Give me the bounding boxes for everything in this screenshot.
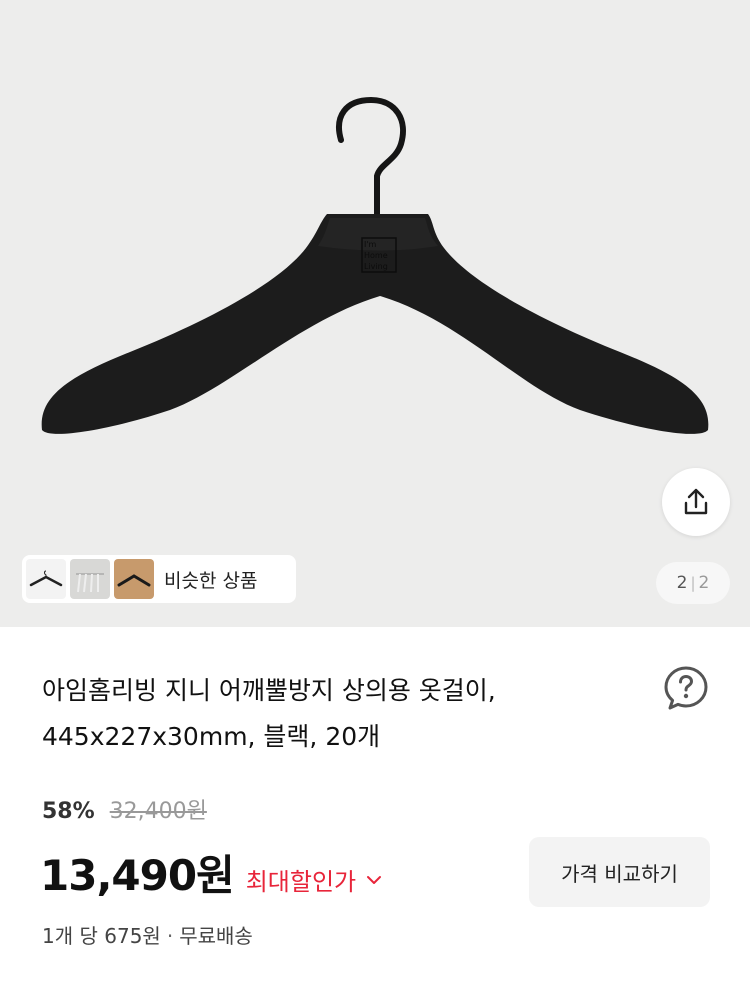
sale-price: 13,490원 [40,851,235,900]
unit-price-row: 1개 당 675원 · 무료배송 [42,920,253,949]
pager-total: 2 [698,573,710,593]
svg-text:I'm: I'm [364,240,377,249]
compare-prices-button[interactable]: 가격 비교하기 [529,837,710,907]
share-icon [684,488,708,515]
max-discount-toggle[interactable]: 최대할인가 [246,862,382,897]
product-title-line2: 445x227x30mm, 블랙, 20개 [42,722,381,751]
separator-dot: · [166,924,174,948]
svg-text:Living: Living [364,262,388,271]
original-price: 32,400원 [109,799,207,824]
chevron-down-icon [367,875,382,884]
max-discount-label: 최대할인가 [245,868,357,896]
product-title: 아임홈리빙 지니 어깨뿔방지 상의용 옷걸이, 445x227x30mm, 블랙… [42,668,632,760]
hanger-product-image: I'm Home Living [41,96,709,434]
similar-products-button[interactable]: 비슷한 상품 [22,555,296,603]
similar-thumbnail [114,559,154,599]
svg-text:Home: Home [364,251,388,260]
pager-current: 2 [676,573,688,593]
pager-separator: | [690,574,696,592]
question-bubble-icon [664,666,708,710]
price-row: 13,490원 최대할인가 [40,842,382,903]
shipping-info: 무료배송 [179,924,253,948]
product-title-line1: 아임홈리빙 지니 어깨뿔방지 상의용 옷걸이, [42,676,496,705]
product-image-gallery[interactable]: I'm Home Living 비슷한 상품 2 | 2 [0,0,750,627]
similar-thumbnail [70,559,110,599]
discount-row: 58% 32,400원 [42,793,207,825]
unit-price: 1개 당 675원 [42,924,161,948]
help-button[interactable] [662,664,710,712]
image-pager: 2 | 2 [656,562,730,604]
discount-rate: 58% [42,799,95,824]
similar-thumbnail [26,559,66,599]
similar-products-label: 비슷한 상품 [164,569,258,592]
share-button[interactable] [662,468,730,536]
